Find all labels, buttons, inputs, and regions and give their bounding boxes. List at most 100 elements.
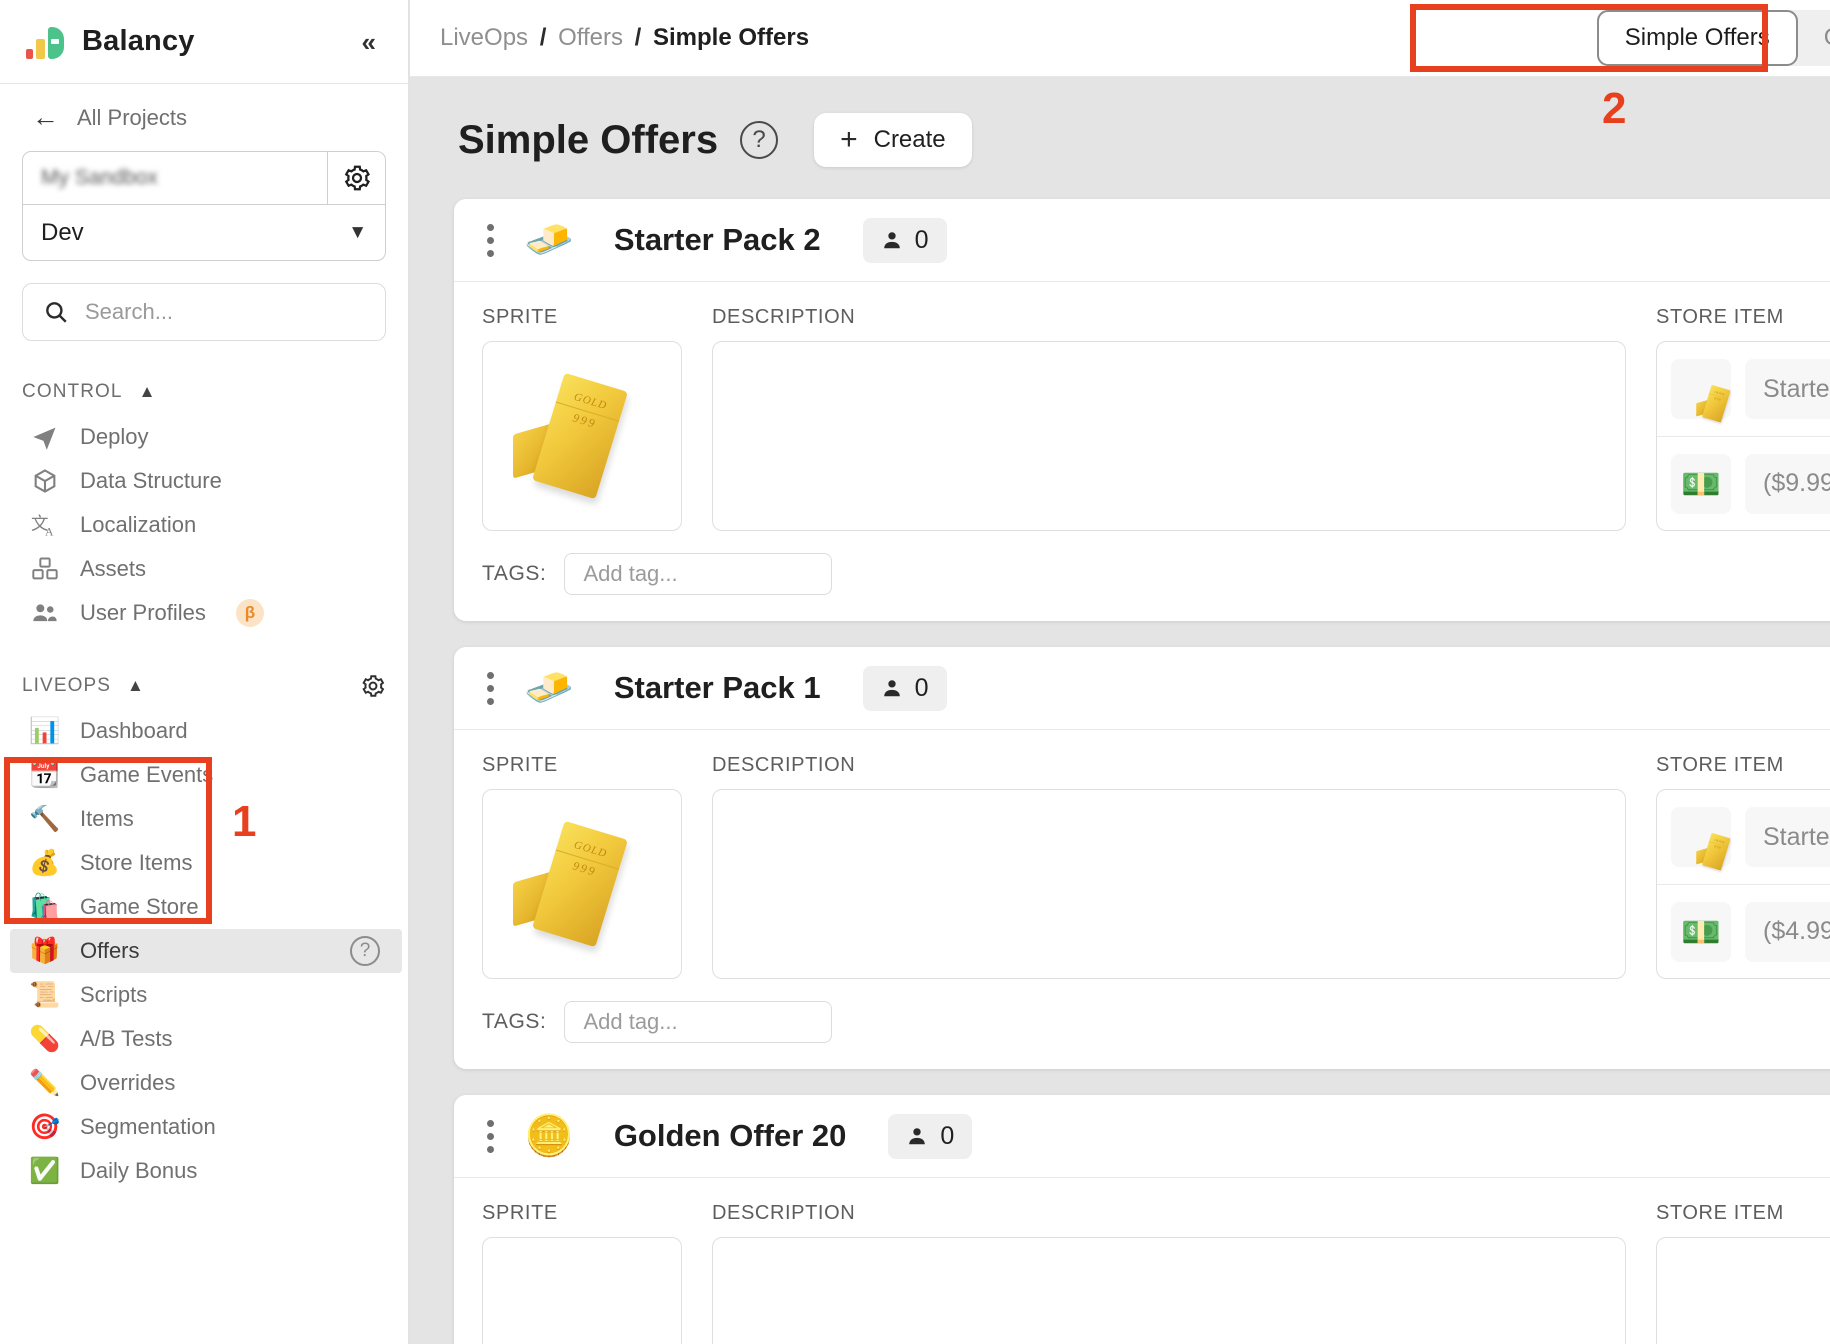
offer-user-count: 0 <box>914 225 929 254</box>
description-column: DESCRIPTION <box>712 1202 1626 1344</box>
store-item-row[interactable]: Starter Pack 1 <box>1657 790 1830 884</box>
store-item-row[interactable]: 💵 ($9.99) Starter Pack <box>1657 436 1830 530</box>
store-item-row[interactable]: 💵 ($4.99) Starter Pack <box>1657 884 1830 978</box>
description-column-label: DESCRIPTION <box>712 1202 856 1224</box>
sidebar-label-assets: Assets <box>80 556 147 581</box>
sidebar-item-offers[interactable]: 🎁 Offers ? <box>10 929 402 973</box>
section-title-control: CONTROL <box>22 381 123 402</box>
sidebar-search[interactable] <box>22 283 386 341</box>
sidebar-item-data-structure[interactable]: Data Structure <box>0 459 408 503</box>
project-settings-button[interactable] <box>327 152 385 204</box>
breadcrumb-middle[interactable]: Offers <box>558 24 623 51</box>
breadcrumb-root[interactable]: LiveOps <box>440 24 528 51</box>
offer-sprite-slot[interactable] <box>482 1237 682 1344</box>
shopping-bags-icon: 🛍️ <box>29 892 61 921</box>
sidebar-item-localization[interactable]: 文A Localization <box>0 503 408 547</box>
sidebar-label-daily-bonus: Daily Bonus <box>80 1158 198 1183</box>
sidebar-item-deploy[interactable]: Deploy <box>0 415 408 459</box>
offer-store-items: Starter Pack 2 💵 ($9.99) Starter Pack <box>1656 341 1830 531</box>
store-item-row[interactable]: Starter Pack 2 <box>1657 342 1830 436</box>
sidebar-label-dashboard: Dashboard <box>80 718 188 743</box>
three-dots-vertical-icon[interactable] <box>482 668 498 709</box>
offers-list: 🧈 Starter Pack 2 0 SPRITE GOLD 999 DESCR… <box>410 177 1830 1344</box>
sidebar-label-user-profiles: User Profiles <box>80 600 206 625</box>
three-dots-vertical-icon[interactable] <box>482 220 498 261</box>
offer-sprite-slot[interactable] <box>482 341 682 531</box>
plus-icon: + <box>840 123 858 156</box>
create-button-label: Create <box>873 126 946 153</box>
liveops-settings-button[interactable] <box>360 673 386 699</box>
offer-card-header: 🧈 Starter Pack 2 0 <box>454 199 1830 281</box>
store-item-column: STORE ITEM <box>1656 1202 1830 1344</box>
sidebar-item-dashboard[interactable]: 📊 Dashboard <box>0 709 408 753</box>
main-area: LiveOps / Offers / Simple Offers Simple … <box>410 0 1830 1344</box>
gear-icon <box>362 675 385 697</box>
sidebar-item-ab-tests[interactable]: 💊 A/B Tests <box>0 1017 408 1061</box>
offer-card-body: SPRITE DESCRIPTION STORE ITEM <box>454 1178 1830 1344</box>
offer-description-field[interactable] <box>712 341 1626 531</box>
sidebar-label-store-items: Store Items <box>80 850 193 875</box>
breadcrumb-current: Simple Offers <box>653 24 810 51</box>
nav-list-liveops: 📊 Dashboard 📆 Game Events 🔨 Items 💰 Stor… <box>0 709 408 1193</box>
add-tag-input[interactable] <box>564 1001 833 1043</box>
create-offer-button[interactable]: + Create <box>814 113 972 167</box>
offer-description-field[interactable] <box>712 1237 1626 1344</box>
chevron-down-icon: ▼ <box>348 221 367 243</box>
sidebar-item-user-profiles[interactable]: User Profiles β <box>0 591 408 635</box>
sidebar-item-items[interactable]: 🔨 Items <box>0 797 408 841</box>
offer-description-field[interactable] <box>712 789 1626 979</box>
offer-user-count-badge: 0 <box>862 665 947 711</box>
svg-text:A: A <box>45 526 54 539</box>
offer-store-items: Starter Pack 1 💵 ($4.99) Starter Pack <box>1656 789 1830 979</box>
sidebar-label-overrides: Overrides <box>80 1070 176 1095</box>
sidebar-item-assets[interactable]: Assets <box>0 547 408 591</box>
search-input[interactable] <box>85 299 365 325</box>
add-tag-input[interactable] <box>564 553 833 595</box>
tab-simple-offers[interactable]: Simple Offers <box>1596 10 1798 66</box>
search-icon <box>46 302 67 323</box>
offer-sprite-slot[interactable] <box>482 789 682 979</box>
chevron-up-icon[interactable]: ▲ <box>127 676 144 696</box>
sidebar-label-segmentation: Segmentation <box>80 1114 216 1139</box>
sidebar-item-overrides[interactable]: ✏️ Overrides <box>0 1061 408 1105</box>
sidebar-label-offers: Offers <box>80 938 140 963</box>
offer-card-body: SPRITE DESCRIPTION STORE ITEM <box>454 282 1830 531</box>
page-title: Simple Offers <box>458 117 719 162</box>
collapse-sidebar-icon[interactable]: « <box>356 25 382 59</box>
all-projects-link[interactable]: ← All Projects <box>0 94 408 143</box>
sidebar-item-segmentation[interactable]: 🎯 Segmentation <box>0 1105 408 1149</box>
gold-bars-sprite-icon <box>507 814 657 954</box>
sidebar-body: ← All Projects My Sandbox Dev ▼ Search..… <box>0 84 408 1344</box>
sidebar-item-store-items[interactable]: 💰 Store Items <box>0 841 408 885</box>
target-icon: 🎯 <box>29 1112 61 1141</box>
tab-group-offers[interactable]: Group Offers <box>1798 10 1830 66</box>
offer-user-count: 0 <box>914 673 929 702</box>
sidebar-label-items: Items <box>80 806 134 831</box>
translate-icon: 文A <box>28 511 62 539</box>
bar-chart-icon: 📊 <box>29 716 61 745</box>
money-bag-icon: 💰 <box>29 848 61 877</box>
user-icon <box>909 1128 926 1145</box>
tags-label: TAGS: <box>482 1010 547 1033</box>
section-header-liveops[interactable]: LIVEOPS ▲ <box>0 669 408 703</box>
sidebar-item-game-store[interactable]: 🛍️ Game Store <box>0 885 408 929</box>
page-help-icon[interactable]: ? <box>740 121 779 159</box>
money-icon: 💵 <box>1671 453 1731 514</box>
store-item-column-label: STORE ITEM <box>1656 306 1784 328</box>
three-dots-vertical-icon[interactable] <box>482 1116 498 1157</box>
sidebar-item-daily-bonus[interactable]: ✅ Daily Bonus <box>0 1149 408 1193</box>
offer-user-count: 0 <box>940 1121 955 1150</box>
environment-selector[interactable]: Dev ▼ <box>22 205 386 261</box>
section-header-control[interactable]: CONTROL ▲ <box>0 375 408 409</box>
chevron-up-icon[interactable]: ▲ <box>139 382 156 402</box>
sidebar-label-game-store: Game Store <box>80 894 199 919</box>
money-icon: 💵 <box>1671 901 1731 962</box>
gift-icon: 🎁 <box>29 936 61 965</box>
store-item-name: ($9.99) Starter Pack <box>1745 453 1830 514</box>
offer-emoji-icon: 🪙 <box>524 1114 574 1158</box>
sidebar-label-deploy: Deploy <box>80 424 149 449</box>
project-row[interactable]: My Sandbox <box>22 151 386 205</box>
sidebar-item-game-events[interactable]: 📆 Game Events <box>0 753 408 797</box>
sidebar-item-scripts[interactable]: 📜 Scripts <box>0 973 408 1017</box>
offers-help-icon[interactable]: ? <box>350 936 380 966</box>
